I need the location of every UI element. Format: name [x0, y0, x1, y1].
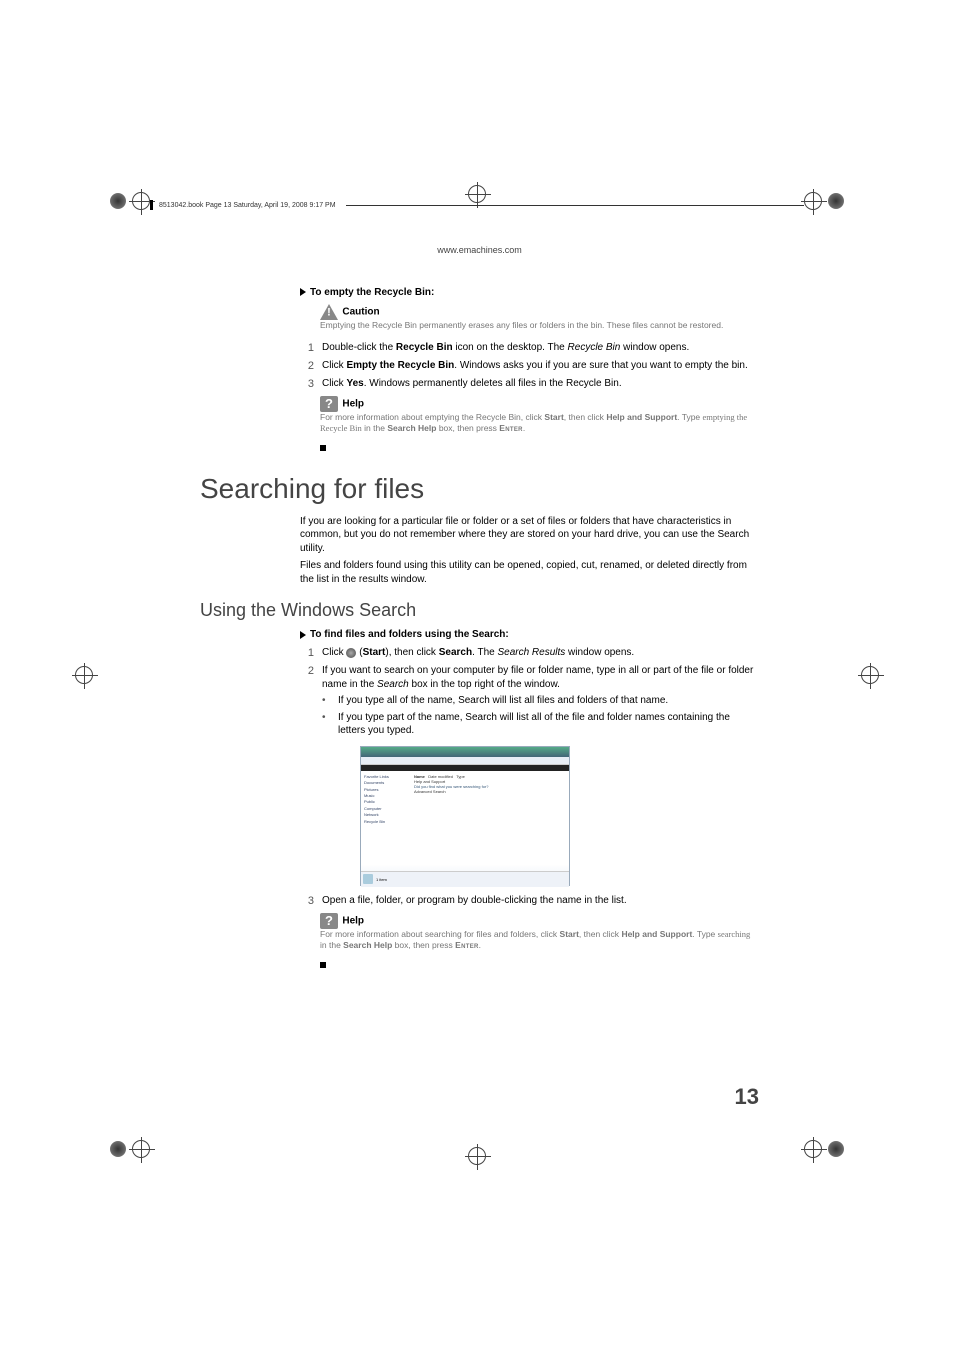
- crop-mark-tl: [110, 192, 150, 210]
- book-info-text: 8513042.book Page 13 Saturday, April 19,…: [159, 202, 336, 209]
- bullet-2: • If you type part of the name, Search w…: [322, 711, 759, 738]
- crop-mark-mr: [861, 666, 879, 684]
- heading-searching: Searching for files: [200, 473, 759, 505]
- end-marker: [320, 445, 326, 451]
- crop-mark-bc: [468, 1147, 486, 1165]
- start-orb-icon: [346, 648, 356, 658]
- intro-p2: Files and folders found using this utili…: [300, 559, 759, 586]
- search-step-3: 3 Open a file, folder, or program by dou…: [300, 894, 759, 909]
- help-callout-1: Help For more information about emptying…: [320, 396, 759, 435]
- bullet-1: • If you type all of the name, Search wi…: [322, 694, 759, 708]
- heading-windows-search: Using the Windows Search: [200, 600, 759, 621]
- search-step-2: 2 If you want to search on your computer…: [300, 664, 759, 691]
- help-icon: [320, 396, 338, 412]
- crop-mark-ml: [75, 666, 93, 684]
- search-step-1: 1 Click (Start), then click Search. The …: [300, 646, 759, 661]
- book-header: 8513042.book Page 13 Saturday, April 19,…: [150, 200, 804, 210]
- step-2: 2 Click Empty the Recycle Bin. Windows a…: [300, 359, 759, 374]
- help-icon: [320, 913, 338, 929]
- step-1: 1 Double-click the Recycle Bin icon on t…: [300, 341, 759, 356]
- page-url: www.emachines.com: [200, 245, 759, 255]
- intro-p1: If you are looking for a particular file…: [300, 515, 759, 556]
- step-3: 3 Click Yes. Windows permanently deletes…: [300, 377, 759, 392]
- page-number: 13: [735, 1084, 759, 1110]
- crop-mark-br: [804, 1140, 844, 1158]
- end-marker-2: [320, 962, 326, 968]
- help-callout-2: Help For more information about searchin…: [320, 913, 759, 952]
- search-results-screenshot: Favorite Links Documents Pictures Music …: [360, 746, 570, 886]
- caution-callout: Caution Emptying the Recycle Bin permane…: [320, 304, 759, 331]
- procedure-title-find-files: To find files and folders using the Sear…: [300, 629, 759, 640]
- crop-mark-bl: [110, 1140, 150, 1158]
- caution-icon: [320, 304, 338, 320]
- crop-mark-tr: [804, 192, 844, 210]
- procedure-title-empty-bin: To empty the Recycle Bin:: [300, 287, 759, 298]
